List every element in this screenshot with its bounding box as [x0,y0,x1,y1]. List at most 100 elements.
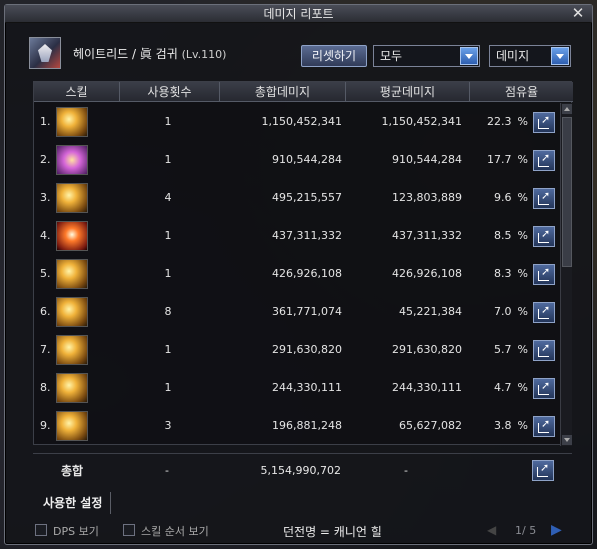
row-share: 3.8% [476,407,528,445]
row-share-value: 7.0 [494,305,512,318]
row-rank: 1. [40,115,51,128]
totals-average-damage: - [404,464,408,477]
chevron-down-icon[interactable] [551,47,569,65]
detail-export-button[interactable] [533,226,555,247]
row-total-damage: 437,311,332 [272,229,342,242]
row-total-damage: 426,926,108 [272,267,342,280]
row-share: 8.5% [476,217,528,255]
mode-dropdown[interactable]: 모두 [373,45,480,67]
percent-sign: % [517,191,528,204]
reset-button[interactable]: 리셋하기 [301,45,367,67]
row-average-damage: 244,330,111 [392,381,462,394]
row-total-damage: 910,544,284 [272,153,342,166]
page-indicator: 1/ 5 [515,524,537,537]
table-row: 9. 3 196,881,248 65,627,082 3.8% [34,407,559,445]
type-dropdown-value: 데미지 [496,49,530,63]
row-average-damage: 910,544,284 [392,153,462,166]
percent-sign: % [517,343,528,356]
row-uses: 3 [164,419,172,432]
detail-export-button[interactable] [533,302,555,323]
table-row: 4. 1 437,311,332 437,311,332 8.5% [34,217,559,255]
percent-sign: % [517,115,528,128]
detail-export-button[interactable] [533,378,555,399]
percent-sign: % [517,267,528,280]
percent-sign: % [517,153,528,166]
column-header-total-damage: 총합데미지 [220,82,346,102]
percent-sign: % [517,229,528,242]
mode-dropdown-value: 모두 [380,49,403,63]
tab-used-settings[interactable]: 사용한 설정 [43,492,112,514]
table-row: 6. 8 361,771,074 45,221,384 7.0% [34,293,559,331]
table-row: 5. 1 426,926,108 426,926,108 8.3% [34,255,559,293]
scroll-down-icon[interactable] [562,435,572,445]
row-share-value: 8.3 [494,267,512,280]
table-header: 스킬 사용횟수 총합데미지 평균데미지 점유율 [34,82,573,102]
detail-export-button[interactable] [533,112,555,133]
detail-export-button[interactable] [533,416,555,437]
skill-order-checkbox[interactable] [123,524,135,536]
row-share-value: 17.7 [487,153,512,166]
title-bar[interactable]: 데미지 리포트 ✕ [5,5,592,23]
row-share: 8.3% [476,255,528,293]
row-total-damage: 196,881,248 [272,419,342,432]
row-total-damage: 244,330,111 [272,381,342,394]
row-rank: 4. [40,229,51,242]
row-uses: 1 [164,267,172,280]
damage-report-window: 데미지 리포트 ✕ 헤이트리드 / 眞 검귀 (Lv.110) 리셋하기 모두 … [4,4,593,545]
row-rank: 5. [40,267,51,280]
detail-export-button[interactable] [533,188,555,209]
row-share: 5.7% [476,331,528,369]
row-share: 4.7% [476,369,528,407]
percent-sign: % [517,419,528,432]
window-title: 데미지 리포트 [263,7,334,21]
totals-total-damage: 5,154,990,702 [260,464,341,477]
close-icon[interactable]: ✕ [570,6,586,22]
totals-label: 총합 [61,464,84,478]
row-rank: 8. [40,381,51,394]
character-name: 헤이트리드 / 眞 검귀 [73,47,178,61]
character-avatar-icon [29,37,61,69]
purple-burst-skill-icon [56,145,88,175]
gold-slash-skill-icon [56,107,88,137]
skill-order-label: 스킬 순서 보기 [141,525,209,538]
scrollbar-thumb[interactable] [562,117,572,267]
row-average-damage: 291,630,820 [392,343,462,356]
scroll-up-icon[interactable] [562,104,572,114]
type-dropdown[interactable]: 데미지 [489,45,571,67]
detail-export-button[interactable] [533,340,555,361]
gold-arc-skill-icon [56,259,88,289]
table-row: 3. 4 495,215,557 123,803,889 9.6% [34,179,559,217]
percent-sign: % [517,381,528,394]
page-prev-icon[interactable]: ◀ [487,523,501,537]
report-header: 헤이트리드 / 眞 검귀 (Lv.110) 리셋하기 모두 데미지 [29,37,574,69]
row-rank: 7. [40,343,51,356]
detail-export-button[interactable] [533,264,555,285]
table-row: 2. 1 910,544,284 910,544,284 17.7% [34,141,559,179]
row-uses: 1 [164,229,172,242]
page-next-icon[interactable]: ▶ [551,522,565,538]
table-row: 7. 1 291,630,820 291,630,820 5.7% [34,331,559,369]
table-scrollbar[interactable] [560,103,572,446]
table-rows: 1. 1 1,150,452,341 1,150,452,341 22.3% 2… [34,103,559,446]
dps-view-checkbox[interactable] [35,524,47,536]
row-share-value: 4.7 [494,381,512,394]
gold-rush-skill-icon [56,373,88,403]
row-average-damage: 426,926,108 [392,267,462,280]
footer-bar: DPS 보기 스킬 순서 보기 던전명 = 캐니언 힐 ◀ 1/ 5 ▶ [35,521,575,541]
row-share: 22.3% [476,103,528,141]
row-share: 7.0% [476,293,528,331]
dungeon-name: 던전명 = 캐니언 힐 [283,525,382,539]
percent-sign: % [517,305,528,318]
detail-export-button[interactable] [533,150,555,171]
row-average-damage: 437,311,332 [392,229,462,242]
row-average-damage: 1,150,452,341 [381,115,462,128]
row-rank: 2. [40,153,51,166]
chevron-down-icon[interactable] [460,47,478,65]
totals-export-button[interactable] [532,460,554,481]
skill-damage-table: 스킬 사용횟수 총합데미지 평균데미지 점유율 1. 1 1,150,452,3… [33,81,573,446]
dps-view-label: DPS 보기 [53,525,99,538]
row-rank: 9. [40,419,51,432]
row-average-damage: 45,221,384 [399,305,462,318]
row-uses: 1 [164,115,172,128]
gold-spin-skill-icon [56,335,88,365]
